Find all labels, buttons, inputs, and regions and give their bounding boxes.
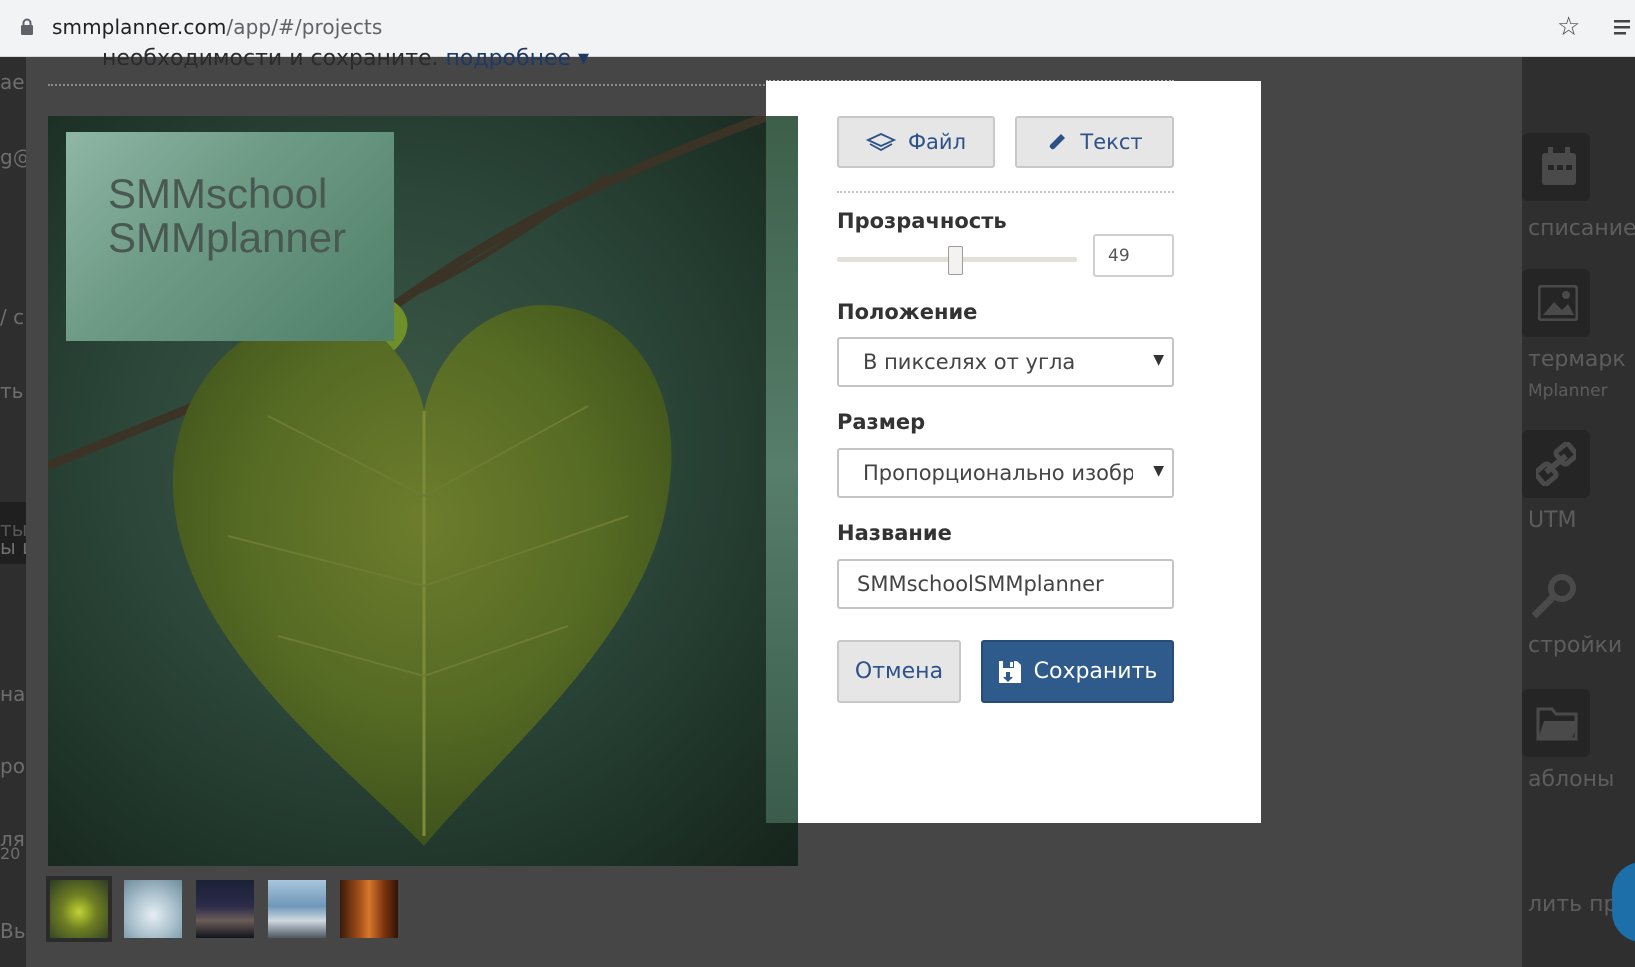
- cancel-button[interactable]: Отмена: [837, 640, 961, 703]
- fragment-text: Вы: [0, 919, 26, 943]
- fragment-text: ро: [0, 754, 25, 778]
- text-button[interactable]: Текст: [1015, 116, 1174, 168]
- text-button-label: Текст: [1080, 130, 1143, 154]
- thumbnail-snow-crystal[interactable]: [124, 880, 182, 938]
- folder-icon: [1536, 707, 1578, 741]
- schedule-tile[interactable]: [1522, 133, 1590, 201]
- fragment-text: g@: [0, 145, 26, 169]
- thumbnail-autumn-forest[interactable]: [340, 880, 398, 938]
- url-text[interactable]: smmplanner.com/app/#/projects: [52, 15, 382, 39]
- pencil-icon: [1046, 131, 1068, 153]
- opacity-label: Прозрачность: [837, 209, 1007, 233]
- thumbnail-sky-road[interactable]: [268, 880, 326, 938]
- name-label: Название: [837, 521, 952, 545]
- wrench-icon[interactable]: [1530, 572, 1578, 624]
- chevron-down-icon: ▼: [1153, 352, 1164, 368]
- right-label-settings: стройки: [1528, 633, 1623, 658]
- fragment-text: ы и: [0, 535, 26, 559]
- fragment-text: 20: [0, 844, 21, 863]
- fragment-text: / с: [0, 305, 25, 329]
- watermark-tile[interactable]: [1522, 269, 1590, 337]
- right-label-watermark: термарк: [1528, 347, 1626, 372]
- watermark-line2: SMMplanner: [108, 214, 347, 261]
- right-label-templates: аблоны: [1528, 767, 1615, 792]
- save-button[interactable]: Сохранить: [981, 640, 1174, 703]
- layers-icon: [865, 132, 896, 152]
- size-label: Размер: [837, 410, 926, 434]
- image-icon: [1538, 285, 1578, 321]
- thumbnail-heart-leaf[interactable]: [46, 876, 112, 942]
- utm-tile[interactable]: [1522, 430, 1590, 498]
- file-button-label: Файл: [907, 130, 967, 154]
- thumbnail-night-mountain[interactable]: [196, 880, 254, 938]
- opacity-input[interactable]: [1093, 234, 1174, 277]
- watermark-overlay[interactable]: SMMschool SMMplanner: [66, 132, 394, 341]
- templates-tile[interactable]: [1522, 689, 1590, 757]
- bookmark-star-icon[interactable]: ☆: [1557, 12, 1580, 42]
- fragment-text: ть: [0, 379, 24, 403]
- file-button[interactable]: Файл: [837, 116, 995, 168]
- size-select[interactable]: Пропорционально изображению ▼: [837, 448, 1174, 498]
- lock-icon: [20, 18, 34, 36]
- right-label-schedule: списание: [1528, 216, 1635, 241]
- save-button-label: Сохранить: [1033, 659, 1158, 684]
- watermark-line1: SMMschool: [108, 170, 328, 217]
- preview-image-edge: [766, 116, 798, 823]
- modal-separator: [837, 191, 1174, 193]
- info-text-body: необходимости и сохраните.: [102, 46, 439, 71]
- fragment-text: ае: [0, 70, 25, 94]
- menu-icon[interactable]: [1614, 18, 1634, 42]
- position-label: Положение: [837, 300, 978, 324]
- calendar-icon: [1542, 147, 1576, 185]
- position-select-value: В пикселях от угла: [863, 350, 1076, 374]
- save-icon: [998, 660, 1022, 684]
- url-host: smmplanner.com: [52, 15, 227, 39]
- watermark-text: SMMschool SMMplanner: [108, 172, 346, 260]
- left-sidebar-fragment: ае g@ / с ть ты ы и на ро ля 20 Вы: [0, 57, 26, 967]
- more-link[interactable]: подробнее ▾: [446, 46, 590, 71]
- info-text: необходимости и сохраните. подробнее ▾: [102, 46, 589, 71]
- cancel-button-label: Отмена: [854, 659, 944, 684]
- position-select[interactable]: В пикселях от угла ▼: [837, 337, 1174, 387]
- size-select-value: Пропорционально изображению: [863, 461, 1133, 485]
- url-path: /app/#/projects: [226, 15, 383, 39]
- right-label-watermark-sub: Mplanner: [1528, 381, 1608, 401]
- opacity-slider-handle[interactable]: [948, 246, 964, 275]
- right-label-utm: UTM: [1528, 508, 1577, 533]
- name-input[interactable]: [837, 559, 1174, 609]
- fragment-text: на: [0, 682, 26, 706]
- chevron-down-icon: ▼: [1153, 463, 1164, 479]
- link-icon: [1536, 442, 1576, 486]
